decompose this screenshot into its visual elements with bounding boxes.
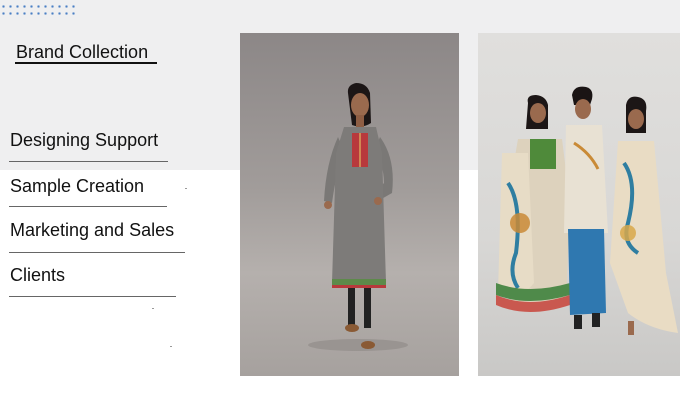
kurta-model-photo	[240, 33, 459, 376]
brand-collection-heading: Brand Collection	[16, 42, 149, 62]
menu-divider	[9, 252, 185, 253]
menu-divider	[9, 206, 167, 207]
menu-item-designing-support[interactable]: Designing Support	[10, 130, 158, 151]
menu-item-sample-creation[interactable]: Sample Creation	[10, 176, 144, 197]
heading-underline	[15, 62, 157, 64]
menu-item-clients[interactable]: Clients	[10, 265, 65, 286]
menu-divider	[9, 296, 176, 297]
menu-divider	[9, 161, 168, 162]
menu-item-marketing-and-sales[interactable]: Marketing and Sales	[10, 220, 174, 241]
group-models-photo	[478, 33, 680, 376]
dot-pattern-decoration	[0, 3, 76, 19]
kurta-model-figure	[308, 83, 408, 351]
group-models-figure	[496, 86, 678, 335]
